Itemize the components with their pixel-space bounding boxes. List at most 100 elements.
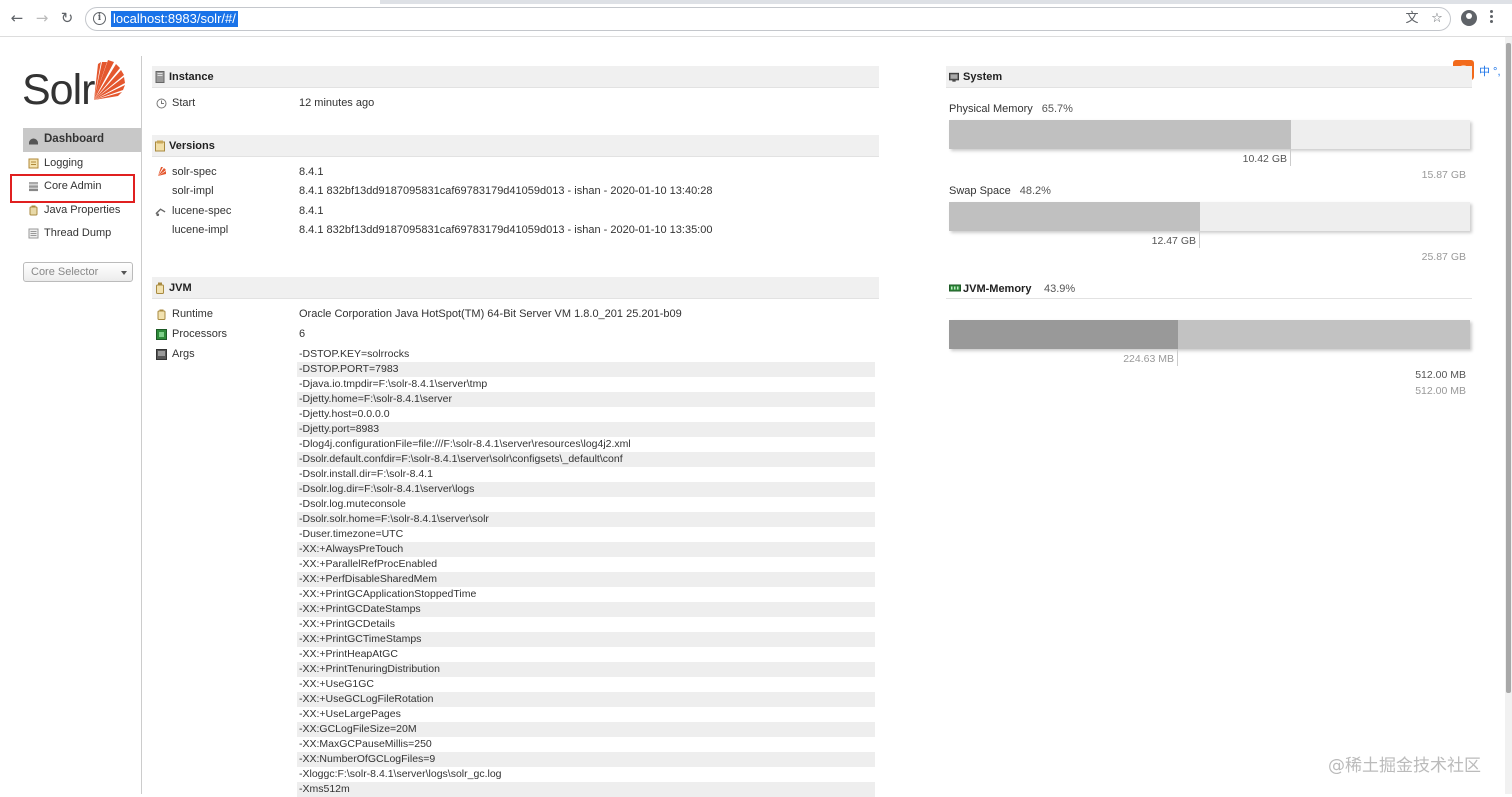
swap-space-used-fill xyxy=(949,202,1200,231)
swap-space-used: 12.47 GB xyxy=(1151,235,1196,247)
arg-item: -XX:NumberOfGCLogFiles=9 xyxy=(297,752,875,767)
sidebar-item-label: Logging xyxy=(44,156,84,169)
arg-item: -XX:+ParallelRefProcEnabled xyxy=(299,558,438,570)
bookmark-star-icon[interactable]: ☆ xyxy=(1429,11,1445,27)
jvm-memory-max: 512.00 MB xyxy=(1415,385,1466,397)
versions-title: Versions xyxy=(169,140,215,152)
physical-memory-name: Physical Memory xyxy=(949,103,1033,115)
jvm-icon xyxy=(156,282,164,294)
arg-item: -XX:GCLogFileSize=20M xyxy=(297,722,875,737)
lucene-spec-value: 8.4.1 xyxy=(299,205,324,217)
processors-label: Processors xyxy=(172,328,228,340)
sidebar-divider xyxy=(141,56,142,794)
sidebar-item-label: Dashboard xyxy=(44,133,105,145)
physical-memory-tick xyxy=(1290,149,1291,166)
instance-panel-header: Instance xyxy=(152,66,879,88)
arg-item: -XX:+UseG1GC xyxy=(299,678,374,690)
solr-impl-value: 8.4.1 832bf13dd9187095831caf69783179d410… xyxy=(299,185,713,197)
arg-item: -DSTOP.PORT=7983 xyxy=(297,362,875,377)
menu-icon[interactable] xyxy=(1490,10,1494,26)
jvm-memory-used: 224.63 MB xyxy=(1123,353,1174,365)
solr-spec-label: solr-spec xyxy=(172,166,217,178)
swap-space-name: Swap Space xyxy=(949,185,1011,197)
arg-item: -XX:+AlwaysPreTouch xyxy=(297,542,875,557)
solr-logo[interactable]: Solr xyxy=(22,56,132,114)
page-scrollbar[interactable] xyxy=(1505,37,1512,794)
start-value: 12 minutes ago xyxy=(299,97,375,109)
arg-item: -Dsolr.default.confdir=F:\solr-8.4.1\ser… xyxy=(297,452,875,467)
sidebar-item-label: Thread Dump xyxy=(44,227,112,239)
jvm-memory-committed: 512.00 MB xyxy=(1415,369,1466,381)
lucene-spec-label: lucene-spec xyxy=(172,205,232,217)
arg-item: -XX:+UseLargePages xyxy=(299,708,401,720)
solr-sun-icon xyxy=(94,60,125,100)
clock-icon xyxy=(156,98,167,109)
physical-memory-used: 10.42 GB xyxy=(1242,153,1287,165)
sidebar-item-thread-dump[interactable]: Thread Dump xyxy=(23,222,141,246)
runtime-label: Runtime xyxy=(172,308,213,320)
scrollbar-thumb[interactable] xyxy=(1506,43,1511,693)
address-bar[interactable]: i localhost:8983/solr/#/ 文 ☆ xyxy=(85,7,1451,31)
arg-item: -XX:+PrintGCDetails xyxy=(299,618,395,630)
swap-space-total: 25.87 GB xyxy=(1421,251,1466,263)
info-icon[interactable]: i xyxy=(93,12,106,25)
swap-space-percent: 48.2% xyxy=(1019,185,1051,197)
thread-dump-icon xyxy=(28,228,39,239)
solr-spec-value: 8.4.1 xyxy=(299,166,324,178)
browser-toolbar: ← → ↻ i localhost:8983/solr/#/ 文 ☆ xyxy=(0,0,1512,37)
logo-text: Solr xyxy=(22,66,95,114)
arg-item: -Xloggc:F:\solr-8.4.1\server\logs\solr_g… xyxy=(299,768,502,780)
jvm-panel-header: JVM xyxy=(152,277,879,299)
account-icon[interactable] xyxy=(1461,10,1477,26)
jvm-title: JVM xyxy=(169,282,192,294)
core-selector-dropdown[interactable]: Core Selector xyxy=(23,262,133,282)
lucene-impl-value: 8.4.1 832bf13dd9187095831caf69783179d410… xyxy=(299,224,713,236)
watermark: @稀土掘金技术社区 xyxy=(1328,756,1481,776)
arg-item: -Dsolr.log.muteconsole xyxy=(299,498,406,510)
arg-item: -Xms512m xyxy=(297,782,875,797)
physical-memory-percent: 65.7% xyxy=(1041,103,1073,115)
arg-item: -XX:+PrintTenuringDistribution xyxy=(297,662,875,677)
arg-item: -XX:+UseGCLogFileRotation xyxy=(297,692,875,707)
versions-icon xyxy=(155,140,165,152)
arg-item: -XX:MaxGCPauseMillis=250 xyxy=(299,738,432,750)
arg-item: -XX:+PrintGCApplicationStoppedTime xyxy=(299,588,477,600)
processors-value: 6 xyxy=(299,328,306,340)
physical-memory-bar xyxy=(949,120,1470,149)
jvm-memory-panel-header: JVM-Memory 43.9% xyxy=(946,277,1472,299)
dashboard-icon xyxy=(29,138,38,145)
physical-memory-total: 15.87 GB xyxy=(1421,169,1466,181)
url-text[interactable]: localhost:8983/solr/#/ xyxy=(111,11,238,27)
memory-chip-icon xyxy=(949,284,961,292)
back-icon[interactable]: ← xyxy=(8,9,26,27)
forward-icon[interactable]: → xyxy=(33,9,51,27)
swap-space-label: Swap Space 48.2% xyxy=(949,185,1051,197)
jvm-memory-used-fill xyxy=(949,320,1178,349)
jvm-memory-tick xyxy=(1177,349,1178,366)
tab-strip xyxy=(380,0,1512,4)
logging-icon xyxy=(28,158,39,168)
jvm-memory-title: JVM-Memory xyxy=(963,283,1032,295)
versions-panel-header: Versions xyxy=(152,135,879,157)
arg-item: -Duser.timezone=UTC xyxy=(299,528,404,540)
arg-item: -Djetty.home=F:\solr-8.4.1\server xyxy=(297,392,875,407)
arg-item: -DSTOP.KEY=solrrocks xyxy=(299,348,410,360)
runtime-icon xyxy=(157,309,166,320)
ime-mode: 中 °, xyxy=(1479,66,1501,78)
instance-icon xyxy=(155,71,165,83)
chevron-down-icon xyxy=(121,271,127,275)
translate-icon[interactable]: 文 xyxy=(1404,11,1420,27)
sidebar-item-dashboard[interactable]: Dashboard xyxy=(23,128,141,152)
processor-icon xyxy=(156,329,167,340)
lucene-impl-label: lucene-impl xyxy=(172,224,229,236)
sidebar-item-logging[interactable]: Logging xyxy=(23,152,141,176)
args-icon xyxy=(156,349,167,360)
system-panel-header: System xyxy=(946,66,1472,88)
arg-item: -Djava.io.tmpdir=F:\solr-8.4.1\server\tm… xyxy=(299,378,488,390)
runtime-value: Oracle Corporation Java HotSpot(TM) 64-B… xyxy=(299,308,682,320)
arg-item: -XX:+PrintHeapAtGC xyxy=(299,648,398,660)
physical-memory-used-fill xyxy=(949,120,1291,149)
reload-icon[interactable]: ↻ xyxy=(58,9,76,27)
solr-impl-label: solr-impl xyxy=(172,185,214,197)
system-icon xyxy=(949,72,959,82)
